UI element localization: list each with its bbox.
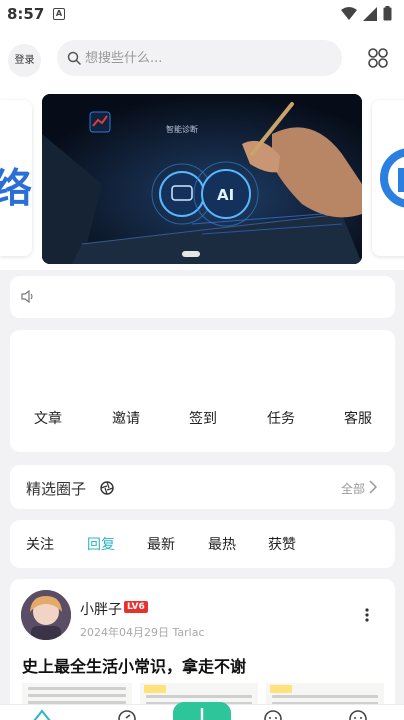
apps-grid-icon[interactable] xyxy=(366,46,390,70)
search-bar[interactable] xyxy=(57,40,342,76)
notice-bar[interactable] xyxy=(10,276,395,318)
aperture-icon xyxy=(100,481,114,495)
publish-button[interactable] xyxy=(173,702,231,720)
prev-banner-text: 络 xyxy=(0,166,32,212)
tab-hottest[interactable]: 最热 xyxy=(208,534,236,554)
quick-menu: 文章 邀请 签到 任务 客服 xyxy=(10,330,395,452)
notification-badge-icon: A xyxy=(53,8,65,20)
speaker-icon xyxy=(21,290,33,303)
status-icons xyxy=(341,6,392,21)
login-button[interactable]: 登录 xyxy=(8,44,41,77)
quick-item-support[interactable]: 客服 xyxy=(328,408,388,428)
tab-liked[interactable]: 获赞 xyxy=(268,534,296,554)
more-options-icon[interactable] xyxy=(365,608,369,622)
view-all-link[interactable]: 全部 xyxy=(341,480,365,497)
status-time: 8:57 xyxy=(7,5,45,23)
carousel-indicator xyxy=(182,251,200,257)
next-banner-logo-icon xyxy=(380,148,404,208)
chevron-right-icon[interactable] xyxy=(369,480,377,494)
post-title[interactable]: 史上最全生活小常识，拿走不谢 xyxy=(22,653,246,677)
top-header: 登录 xyxy=(0,30,404,88)
post-meta: 2024年04月29日 Tarlac xyxy=(80,626,205,639)
wifi-icon xyxy=(341,6,357,20)
cellular-icon xyxy=(363,6,377,21)
quick-item-invite[interactable]: 邀请 xyxy=(96,408,156,428)
avatar-image xyxy=(21,590,71,640)
avatar[interactable] xyxy=(21,590,71,640)
banner-ai-badge: AI xyxy=(217,186,235,204)
ai-tech-illustration xyxy=(42,94,362,264)
tab-latest[interactable]: 最新 xyxy=(147,534,175,554)
feed-tabs: 关注 回复 最新 最热 获赞 xyxy=(10,520,395,568)
banner-image[interactable]: 智能诊断 AI xyxy=(42,94,362,264)
next-banner-card[interactable] xyxy=(372,100,404,256)
level-badge: LV6 xyxy=(124,601,148,613)
message-icon[interactable] xyxy=(263,709,283,720)
quick-item-checkin[interactable]: 签到 xyxy=(173,408,233,428)
battery-icon xyxy=(383,6,392,21)
banner-brand-text: 智能诊断 xyxy=(166,125,198,134)
author-name[interactable]: 小胖子 xyxy=(80,599,122,619)
featured-circles-row[interactable]: 精选圈子 全部 xyxy=(10,465,395,509)
status-bar: 8:57 A xyxy=(0,0,404,30)
quick-item-tasks[interactable]: 任务 xyxy=(251,408,311,428)
tab-replies[interactable]: 回复 xyxy=(87,534,115,554)
tab-following[interactable]: 关注 xyxy=(26,534,54,554)
banner-carousel[interactable]: 络 智能诊断 AI xyxy=(0,88,404,270)
prev-banner-card[interactable]: 络 xyxy=(0,100,32,256)
plus-icon xyxy=(200,708,204,720)
profile-icon[interactable] xyxy=(348,709,368,720)
compass-icon[interactable] xyxy=(117,709,137,720)
search-icon xyxy=(67,51,81,65)
home-icon[interactable] xyxy=(32,709,52,720)
featured-circles-title: 精选圈子 xyxy=(26,480,87,498)
post-card[interactable]: 小胖子 LV6 2024年04月29日 Tarlac 史上最全生活小常识，拿走不… xyxy=(10,579,395,720)
quick-item-articles[interactable]: 文章 xyxy=(18,408,78,428)
search-input[interactable] xyxy=(85,40,335,76)
